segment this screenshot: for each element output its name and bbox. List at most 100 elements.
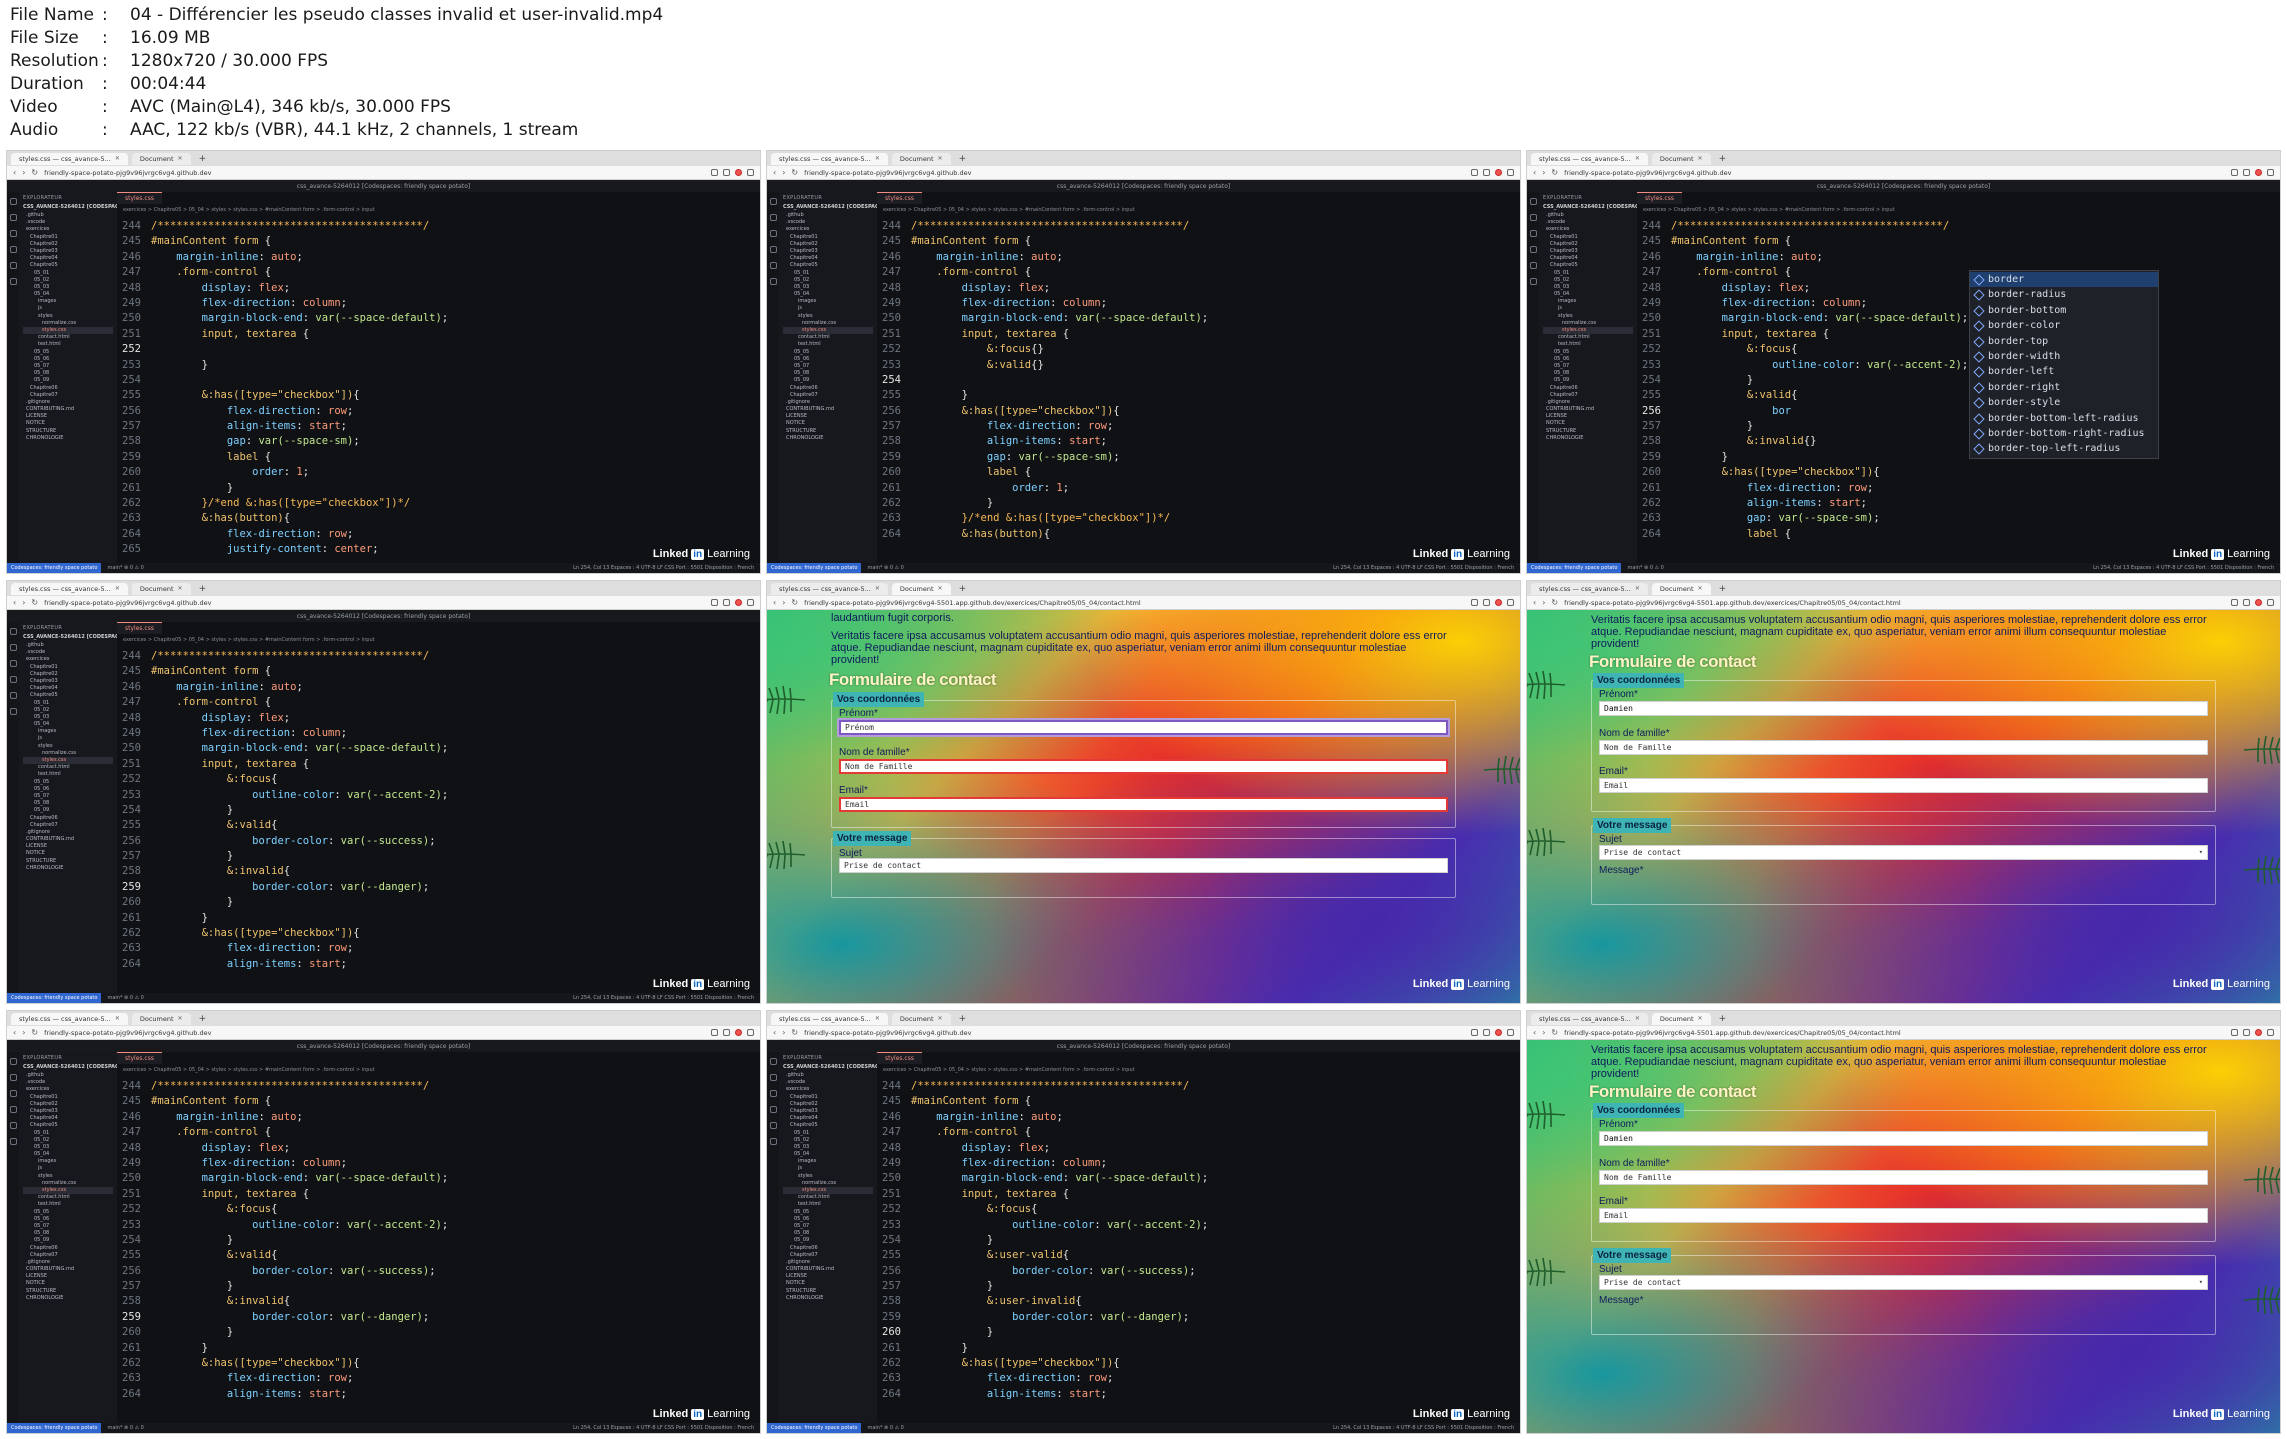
- explorer-item[interactable]: normalize.css: [23, 1180, 113, 1187]
- code-line[interactable]: 250 margin-block-end: var(--space-defaul…: [117, 741, 760, 756]
- explorer-item[interactable]: exercices: [23, 1086, 113, 1093]
- code-line[interactable]: 252 &:focus{: [877, 1202, 1520, 1217]
- explorer-item[interactable]: .vscode: [783, 219, 873, 226]
- code-line[interactable]: 259 }: [1637, 450, 2280, 465]
- explorer-item[interactable]: Chapitre01: [783, 234, 873, 241]
- explorer-item[interactable]: Chapitre05: [783, 1122, 873, 1129]
- run-debug-icon[interactable]: [769, 1106, 777, 1113]
- explorer-item[interactable]: CONTRIBUTING.md: [23, 1266, 113, 1273]
- code-line[interactable]: 261 }: [117, 911, 760, 926]
- reload-icon[interactable]: ↻: [31, 168, 38, 177]
- code-line[interactable]: 261 flex-direction: row;: [1637, 481, 2280, 496]
- status-branch[interactable]: main* ⊗ 0 ⚠ 0: [101, 565, 143, 571]
- autocomplete-item[interactable]: border-top-left-radius: [1970, 441, 2158, 456]
- remote-indicator[interactable]: Codespaces: friendly space potato: [767, 1423, 862, 1433]
- explorer-item[interactable]: Chapitre06: [23, 815, 113, 822]
- recording-icon[interactable]: [1495, 599, 1502, 606]
- explorer-item[interactable]: Chapitre03: [1543, 248, 1633, 255]
- close-icon[interactable]: ✕: [1635, 153, 1640, 165]
- status-info[interactable]: Ln 254, Col 13 Espaces : 4 UTF-8 LF CSS …: [1333, 1425, 1520, 1431]
- explorer-item[interactable]: 05_09: [23, 1237, 113, 1244]
- explorer-item[interactable]: NOTICE: [23, 420, 113, 427]
- browser-tab-code[interactable]: styles.css — css_avance-5... ✕: [1531, 152, 1648, 165]
- explorer-item[interactable]: Chapitre03: [23, 1108, 113, 1115]
- prenom-input[interactable]: Damien: [1599, 701, 2208, 716]
- explorer-item[interactable]: 05_03: [783, 1144, 873, 1151]
- back-icon[interactable]: ‹: [773, 168, 776, 177]
- code-line[interactable]: 253 outline-color: var(--accent-2);: [117, 1218, 760, 1233]
- editor-tab[interactable]: styles.css: [117, 622, 162, 634]
- back-icon[interactable]: ‹: [13, 598, 16, 607]
- explorer-item[interactable]: Chapitre03: [23, 678, 113, 685]
- explorer-item[interactable]: 05_06: [783, 1216, 873, 1223]
- code-line[interactable]: 251 input, textarea {: [117, 1187, 760, 1202]
- breadcrumb[interactable]: exercices > Chapitre05 > 05_04 > styles …: [117, 206, 760, 215]
- files-icon[interactable]: [769, 198, 777, 205]
- explorer-item[interactable]: styles.css: [783, 1187, 873, 1195]
- forward-icon[interactable]: ›: [782, 168, 785, 177]
- extensions-icon[interactable]: [2243, 1029, 2250, 1036]
- autocomplete-item[interactable]: border-left: [1970, 364, 2158, 379]
- code-line[interactable]: 264 flex-direction: row;: [117, 527, 760, 542]
- explorer-item[interactable]: 05_09: [783, 1237, 873, 1244]
- explorer-item[interactable]: Chapitre01: [1543, 234, 1633, 241]
- code-editor[interactable]: styles.css exercices > Chapitre05 > 05_0…: [1637, 192, 2280, 563]
- explorer-item[interactable]: 05_01: [23, 1130, 113, 1137]
- code-line[interactable]: 253 &:valid{}: [877, 358, 1520, 373]
- nom-input[interactable]: Nom de Famille: [1599, 740, 2208, 755]
- close-icon[interactable]: ✕: [115, 1013, 120, 1025]
- code-line[interactable]: 261 }: [117, 1341, 760, 1356]
- explorer-item[interactable]: CONTRIBUTING.md: [23, 406, 113, 413]
- explorer-item[interactable]: js: [23, 1165, 113, 1172]
- explorer-item[interactable]: Chapitre02: [783, 241, 873, 248]
- autocomplete-item[interactable]: border: [1970, 272, 2158, 288]
- address-bar[interactable]: friendly-space-potato-pjg9v96jvrgc6vg4.g…: [44, 1029, 211, 1037]
- code-line[interactable]: 254 }: [117, 1233, 760, 1248]
- code-line[interactable]: 250 margin-block-end: var(--space-defaul…: [877, 311, 1520, 326]
- code-line[interactable]: 260 }: [877, 1325, 1520, 1340]
- email-input[interactable]: Email: [1599, 1208, 2208, 1223]
- code-line[interactable]: 244 /***********************************…: [1637, 219, 2280, 234]
- source-control-icon[interactable]: [769, 1090, 777, 1097]
- autocomplete-item[interactable]: border-color: [1970, 318, 2158, 333]
- sujet-select[interactable]: Prise de contact ▾: [1599, 1275, 2208, 1290]
- remote-explorer-icon[interactable]: [9, 278, 17, 285]
- code-line[interactable]: 257 }: [117, 849, 760, 864]
- explorer-item[interactable]: 05_04: [23, 291, 113, 298]
- code-line[interactable]: 260 &:has([type="checkbox"]){: [1637, 465, 2280, 480]
- explorer-item[interactable]: 05_05: [23, 1209, 113, 1216]
- code-line[interactable]: 249 flex-direction: column;: [117, 1156, 760, 1171]
- explorer-item[interactable]: exercices: [783, 226, 873, 233]
- explorer-item[interactable]: 05_03: [23, 1144, 113, 1151]
- search-icon[interactable]: [9, 1074, 17, 1081]
- command-center[interactable]: css_avance-5264012 [Codespaces: friendly…: [7, 610, 760, 622]
- status-branch[interactable]: main* ⊗ 0 ⚠ 0: [101, 1425, 143, 1431]
- explorer-item[interactable]: 05_03: [23, 284, 113, 291]
- browser-tab-code[interactable]: styles.css — css_avance-5... ✕: [11, 582, 128, 595]
- recording-icon[interactable]: [1495, 169, 1502, 176]
- bookmark-icon[interactable]: [1471, 1029, 1478, 1036]
- remote-explorer-icon[interactable]: [9, 708, 17, 715]
- code-line[interactable]: 263 &:has(button){: [117, 511, 760, 526]
- extensions-icon[interactable]: [1483, 599, 1490, 606]
- code-line[interactable]: 248 display: flex;: [117, 1141, 760, 1156]
- forward-icon[interactable]: ›: [1542, 1028, 1545, 1037]
- code-line[interactable]: 250 margin-block-end: var(--space-defaul…: [117, 1171, 760, 1186]
- code-line[interactable]: 252 &:focus{: [1637, 342, 2280, 357]
- explorer-item[interactable]: Chapitre02: [783, 1101, 873, 1108]
- code-line[interactable]: 254: [117, 373, 760, 388]
- remote-explorer-icon[interactable]: [769, 278, 777, 285]
- recording-icon[interactable]: [1495, 1029, 1502, 1036]
- explorer-item[interactable]: images: [783, 1158, 873, 1165]
- explorer-item[interactable]: styles: [23, 1173, 113, 1180]
- back-icon[interactable]: ‹: [1533, 1028, 1536, 1037]
- browser-tab-code[interactable]: styles.css — css_avance-5... ✕: [771, 582, 888, 595]
- explorer-item[interactable]: 05_05: [783, 349, 873, 356]
- explorer-item[interactable]: js: [783, 305, 873, 312]
- close-icon[interactable]: ✕: [178, 153, 183, 165]
- explorer-item[interactable]: .vscode: [1543, 219, 1633, 226]
- editor-tab[interactable]: styles.css: [877, 1052, 922, 1064]
- explorer-item[interactable]: styles: [23, 743, 113, 750]
- code-line[interactable]: 244 /***********************************…: [117, 1079, 760, 1094]
- close-icon[interactable]: ✕: [938, 1013, 943, 1025]
